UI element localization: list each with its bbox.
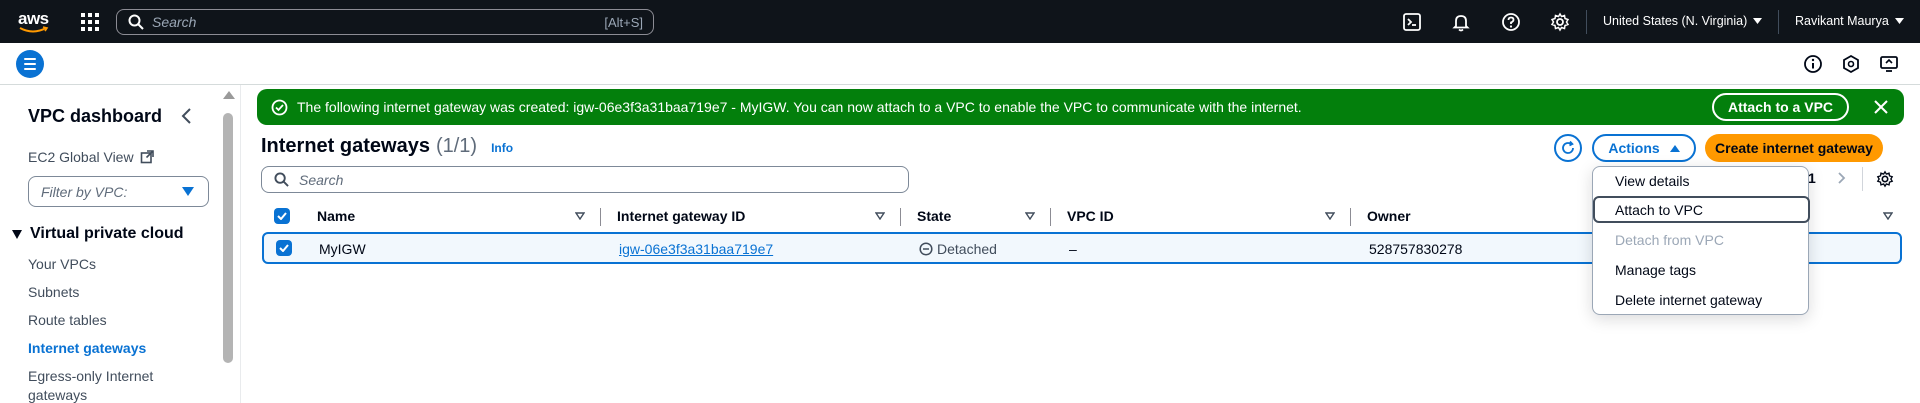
- global-search[interactable]: [Alt+S]: [116, 9, 654, 35]
- vpc-filter-placeholder: Filter by VPC:: [41, 183, 128, 200]
- cell-state: Detached: [919, 241, 997, 257]
- cell-igw-id-link[interactable]: igw-06e3f3a31baa719e7: [619, 241, 773, 257]
- caret-down-icon: [182, 187, 194, 196]
- info-icon[interactable]: [1803, 54, 1823, 74]
- caret-down-icon: [1894, 18, 1904, 24]
- menu-item-delete-internet-gateway[interactable]: Delete internet gateway: [1593, 286, 1810, 313]
- cell-name: MyIGW: [319, 241, 366, 257]
- caret-down-icon: [12, 229, 22, 239]
- help-icon[interactable]: [1501, 12, 1521, 32]
- column-header-name[interactable]: Name: [317, 208, 355, 224]
- sidebar-title: VPC dashboard: [28, 106, 163, 126]
- column-divider: [600, 208, 601, 226]
- menu-toggle-icon[interactable]: [16, 50, 44, 78]
- check-icon: [279, 244, 289, 252]
- selection-count: (1/1): [435, 135, 478, 157]
- nav-divider: [1586, 10, 1587, 34]
- sidebar-item-route-tables[interactable]: Route tables: [28, 312, 107, 328]
- sidebar-scrollbar[interactable]: [220, 85, 240, 403]
- sidebar-section-label: Virtual private cloud: [30, 225, 184, 242]
- chevron-right-icon[interactable]: [1836, 171, 1846, 185]
- cell-vpc-id: –: [1069, 241, 1077, 257]
- account-menu[interactable]: Ravikant Maurya: [1795, 14, 1904, 28]
- table-search[interactable]: [261, 166, 909, 193]
- feedback-icon[interactable]: [1841, 54, 1861, 74]
- top-navigation: aws [Alt+S] United States (N. Virginia) …: [0, 0, 1920, 43]
- column-header-owner[interactable]: Owner: [1367, 208, 1411, 224]
- menu-item-view-details[interactable]: View details: [1593, 167, 1810, 194]
- stopped-status-icon: [919, 242, 933, 256]
- bell-icon[interactable]: [1451, 12, 1471, 32]
- page-title-text: Internet gateways: [261, 135, 430, 157]
- scrollbar-thumb[interactable]: [223, 113, 233, 363]
- sidebar-item-ec2-global-view[interactable]: EC2 Global View: [28, 149, 154, 165]
- success-flash-banner: The following internet gateway was creat…: [257, 89, 1904, 125]
- chevron-left-icon[interactable]: [180, 107, 194, 125]
- actions-label: Actions: [1608, 140, 1660, 156]
- search-icon: [274, 172, 289, 187]
- sort-caret-icon[interactable]: [1325, 212, 1335, 220]
- menu-item-detach-from-vpc: Detach from VPC: [1615, 232, 1724, 248]
- select-all-checkbox[interactable]: [274, 208, 290, 224]
- sidebar-item-internet-gateways[interactable]: Internet gateways: [28, 340, 146, 356]
- vpc-filter-select[interactable]: Filter by VPC:: [28, 176, 209, 207]
- cell-owner: 528757830278: [1369, 241, 1463, 257]
- actions-dropdown-button[interactable]: Actions: [1592, 134, 1696, 162]
- actions-menu: View details Attach to VPC Detach from V…: [1592, 166, 1810, 315]
- attach-to-vpc-button[interactable]: Attach to a VPC: [1712, 93, 1850, 121]
- aws-smile-icon: [19, 26, 49, 33]
- menu-item-manage-tags[interactable]: Manage tags: [1593, 256, 1810, 283]
- screen-share-icon[interactable]: [1879, 54, 1899, 74]
- refresh-icon: [1562, 140, 1574, 154]
- console-subbar: [0, 43, 1920, 85]
- external-link-icon: [140, 150, 154, 164]
- nav-divider: [1778, 10, 1779, 34]
- flash-message: The following internet gateway was creat…: [297, 99, 1302, 115]
- sort-caret-icon[interactable]: [875, 212, 885, 220]
- sidebar: VPC dashboard EC2 Global View Filter by …: [0, 85, 241, 403]
- column-header-state[interactable]: State: [917, 208, 951, 224]
- column-divider: [1350, 208, 1351, 226]
- scroll-up-icon[interactable]: [223, 91, 235, 99]
- search-icon: [128, 14, 144, 30]
- sidebar-item-label: EC2 Global View: [28, 149, 134, 165]
- table-settings-icon[interactable]: [1876, 170, 1894, 188]
- account-name: Ravikant Maurya: [1795, 14, 1889, 28]
- search-shortcut-hint: [Alt+S]: [604, 14, 643, 30]
- menu-item-attach-to-vpc[interactable]: Attach to VPC: [1593, 196, 1810, 223]
- column-header-internet-gateway-id[interactable]: Internet gateway ID: [617, 208, 745, 224]
- state-text: Detached: [937, 241, 997, 257]
- check-icon: [277, 212, 287, 220]
- sidebar-item-egress-only-internet-gateways-line2[interactable]: gateways: [28, 387, 87, 403]
- services-menu-icon[interactable]: [81, 13, 99, 31]
- region-label: United States (N. Virginia): [1603, 14, 1748, 28]
- page-title: Internet gateways (1/1) Info: [261, 135, 513, 158]
- cloudshell-icon[interactable]: [1402, 12, 1422, 32]
- sidebar-item-egress-only-internet-gateways[interactable]: Egress-only Internet: [28, 368, 153, 384]
- column-header-vpc-id[interactable]: VPC ID: [1067, 208, 1114, 224]
- region-selector[interactable]: United States (N. Virginia): [1603, 14, 1763, 28]
- sort-caret-icon[interactable]: [575, 212, 585, 220]
- pagination: 1: [1808, 170, 1846, 186]
- refresh-button[interactable]: [1554, 134, 1582, 162]
- sidebar-item-your-vpcs[interactable]: Your VPCs: [28, 256, 96, 272]
- global-search-input[interactable]: [152, 14, 572, 30]
- sort-caret-icon[interactable]: [1883, 212, 1893, 220]
- gear-icon[interactable]: [1550, 12, 1570, 32]
- create-internet-gateway-button[interactable]: Create internet gateway: [1705, 134, 1883, 162]
- column-divider: [900, 208, 901, 226]
- row-checkbox[interactable]: [276, 240, 292, 256]
- table-search-input[interactable]: [299, 171, 859, 188]
- sidebar-item-subnets[interactable]: Subnets: [28, 284, 79, 300]
- info-link[interactable]: Info: [491, 141, 513, 155]
- caret-down-icon: [1753, 18, 1763, 24]
- sort-caret-icon[interactable]: [1025, 212, 1035, 220]
- caret-up-icon: [1669, 144, 1680, 152]
- sidebar-section-virtual-private-cloud[interactable]: Virtual private cloud: [12, 225, 184, 243]
- column-divider: [1050, 208, 1051, 226]
- pager-divider: [1862, 167, 1863, 191]
- aws-logo[interactable]: aws: [18, 9, 52, 35]
- close-icon[interactable]: [1873, 99, 1889, 115]
- success-check-icon: [271, 99, 288, 116]
